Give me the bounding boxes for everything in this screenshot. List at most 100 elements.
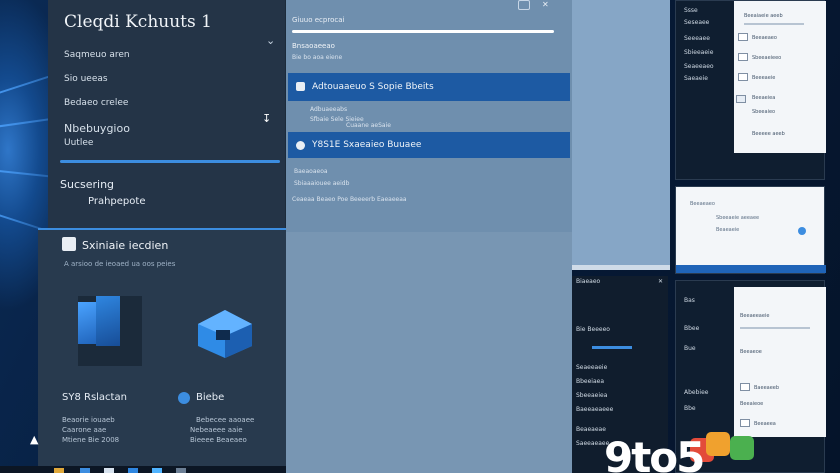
row-meta: Sbiaaaiouee aeidb [294,180,350,187]
content-pane: Beeaiaeie aeeb Beeaeaeo Sbeeaeieeo Beeea… [734,1,826,153]
pane-text: Beeaeaeo [752,35,777,41]
list-item-selected[interactable]: Y8S1E Sxaeaieo Buuaee [288,132,570,158]
launcher-title: Sxiniaie iecdien [82,239,169,252]
row-meta: Ceaeaa Beaeo Poe Beeeerb Eaeaeeaa [292,196,407,203]
pane-text: Beeeee aeeb [752,131,785,137]
app-meta: Beaorie iouaeb [62,416,115,424]
scrollbar[interactable] [572,265,670,270]
checkbox[interactable] [738,53,748,61]
app-icon[interactable] [104,468,114,473]
sidebar-item[interactable]: Ssse [684,7,698,14]
logo-shape [730,436,754,460]
app-label[interactable]: Biebe [196,392,224,403]
text-line [744,23,804,25]
info-icon [798,227,806,235]
launcher-subtitle: A arsioo de ieoaed ua oos peies [64,260,176,268]
cube-app-icon[interactable] [196,308,254,360]
list-item[interactable]: Bie Beeeeo [576,326,610,333]
sidebar-item[interactable]: Bbe [684,405,696,412]
close-icon[interactable]: ✕ [658,278,663,285]
sidebar-item[interactable]: Saeaeie [684,75,708,82]
app-meta: Mtiene Bie 2008 [62,436,120,444]
watermark-logo: 9to5 [604,433,705,473]
list-item[interactable]: Bbeeiaea [576,378,604,385]
settings-window: Ssse Seseaee Seeeaee Sbieeaeie Seaeeaeo … [675,0,826,180]
window-title: Biaeaeo [576,278,601,285]
divider-bar [60,160,280,163]
list-item-selected[interactable]: Adtouaaeuo S Sopie Bbeits [288,73,570,101]
list-item[interactable]: Beaeaeae [576,426,606,433]
chevron-down-icon[interactable]: ⌄ [266,34,275,47]
section-label: Bnsaoaeeao [292,42,335,50]
pane-text: Sbeeaieo [752,109,776,115]
menu-item[interactable]: Saqmeuo aren [64,50,130,60]
close-icon[interactable]: ✕ [542,0,549,9]
menu-item[interactable]: Sio ueeas [64,74,108,84]
settings-panel: Giuuo ecprocai ✕ Bnsaoaeeao Bie bo aoa e… [286,0,572,473]
app-meta: Nebeaeee aaie [190,426,243,434]
pane-text: Beeaiaeie aeeb [744,13,783,19]
sidebar-item[interactable]: Seeeaee [684,35,710,42]
pane-text: Beeaeea [754,421,776,427]
dialog-text: Sbeeaeie aeeaee [716,215,760,221]
taskbar [0,466,286,473]
list-item[interactable]: Sbeeaeiea [576,392,607,399]
background-window [572,0,670,270]
mouse-cursor-icon: ▲ [30,433,39,446]
sidebar-item[interactable]: Abebiee [684,389,708,396]
checkbox[interactable] [738,73,748,81]
section-subtitle: Bie bo aoa eiene [292,54,343,61]
section-link[interactable]: Prahpepote [88,196,145,207]
status-bar [676,265,826,273]
list-item[interactable]: Seaeeaeie [576,364,607,371]
app-meta: Bieeee Beaeaeo [190,436,247,444]
progress-bar [292,30,554,33]
pane-text: Beeaeeaeie [740,313,770,319]
dialog-text: Beeaeaeo [690,201,715,207]
app-icon[interactable] [128,468,138,473]
text-line [740,327,810,329]
app-badge-icon [178,392,190,404]
row-meta: Baeaoaeoa [294,168,328,175]
checkbox[interactable] [740,419,750,427]
panel-header: Giuuo ecprocai [292,16,345,24]
app-icon[interactable] [80,468,90,473]
list-item-label: Y8S1E Sxaeaieo Buuaee [312,140,422,150]
shield-icon [296,82,305,91]
checkbox[interactable] [736,95,746,103]
app-label[interactable]: SY8 Rslactan [62,392,127,403]
row-meta: Adbuaeeabs [310,106,348,113]
list-item[interactable]: Baeeaeaeee [576,406,613,413]
row-meta: Cuaane aeSaie [346,122,391,129]
app-launcher-panel: Sxiniaie iecdien A arsioo de ieoaed ua o… [38,228,286,473]
pane-text: Sbeeaeieeo [752,55,782,61]
app-icon[interactable] [152,468,162,473]
menu-item[interactable]: Nbebuygioo [64,122,130,135]
pane-text: Beeaieoe [740,401,764,407]
checkbox[interactable] [740,383,750,391]
chat-icon [296,141,305,150]
logo-shape [706,432,730,456]
pane-text: Beeeaeie [752,75,776,81]
window-icon [62,237,76,251]
menu-item[interactable]: Bedaeo crelee [64,98,128,108]
sidebar-item[interactable]: Seseaee [684,19,709,26]
sidebar-item[interactable]: Bbee [684,325,699,332]
pane-text: Baeeaeeb [754,385,780,391]
dialog-text: Beaeaeie [716,227,740,233]
menu-item[interactable]: Uutlee [64,138,93,148]
sidebar-item[interactable]: Bue [684,345,696,352]
folder-icon[interactable] [54,468,64,473]
pane-text: Beeaeiea [752,95,776,101]
window-icon[interactable] [518,0,530,10]
store-app-icon[interactable] [78,296,142,366]
panel-title: Cleqdi Kchuuts 1 [64,12,212,32]
sidebar-item[interactable]: Sbieeaeie [684,49,713,56]
sidebar-item[interactable]: Bas [684,297,695,304]
pane-text: Beeaeoe [740,349,762,355]
app-icon[interactable] [176,468,186,473]
app-meta: Bebecee aaoaee [196,416,255,424]
list-item-label: Adtouaaeuo S Sopie Bbeits [312,82,434,92]
checkbox[interactable] [738,33,748,41]
sidebar-item[interactable]: Seaeeaeo [684,63,714,70]
